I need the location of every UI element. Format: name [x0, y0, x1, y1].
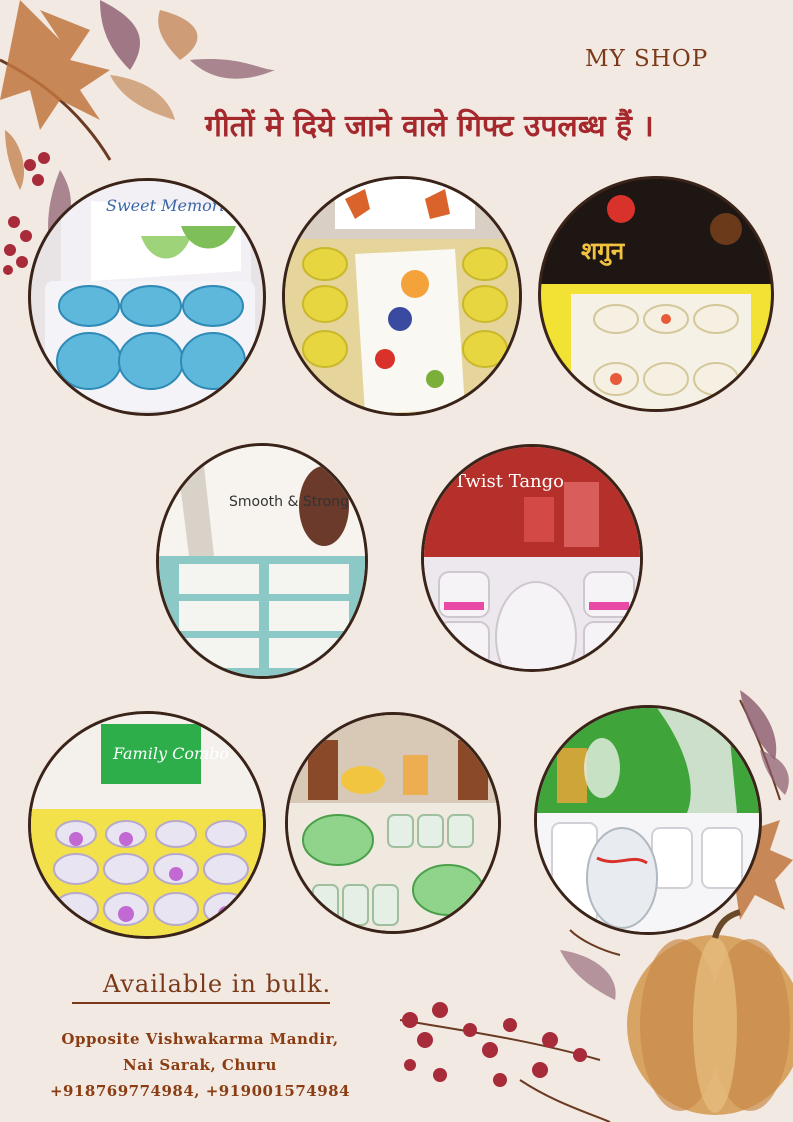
phone-numbers: +918769774984, +919001574984 — [49, 1082, 351, 1100]
product-photo-sweet-memories: Sweet Memories — [28, 178, 266, 416]
shop-name: MY SHOP — [585, 46, 709, 72]
tumbler-set-photo: Smooth & Strong — [159, 446, 365, 676]
jug-glass-set-photo: Twist Tango — [424, 447, 640, 669]
address-line2: Nai Sarak, Churu — [123, 1056, 277, 1074]
product-photo-fruit-tray — [282, 176, 522, 416]
product-photo-bowl-glass-combo — [285, 712, 501, 934]
product-photo-twist-tango: Twist Tango — [421, 444, 643, 672]
box-label: Smooth & Strong — [229, 494, 349, 510]
product-photo-jug-tumbler — [534, 705, 762, 935]
address-line1: Opposite Vishwakarma Mandir, — [61, 1030, 339, 1048]
family-combo-bowls-photo: Family Combo — [31, 714, 263, 936]
box-label: Twist Tango — [454, 471, 564, 492]
gift-headline: गीतों मे दिये जाने वाले गिफ्ट उपलब्ध हैं… — [205, 109, 654, 144]
bowl-glass-combo-photo — [288, 715, 498, 931]
divider — [72, 1002, 330, 1004]
product-photo-family-combo: Family Combo — [28, 711, 266, 939]
box-label: शगुन — [581, 237, 626, 266]
product-photo-shagun: शगुन — [538, 176, 774, 412]
product-photo-smooth-strong: Smooth & Strong — [156, 443, 368, 679]
box-label: Family Combo — [112, 744, 229, 763]
glass-bowl-set-photo: Sweet Memories — [45, 181, 255, 411]
bulk-availability: Available in bulk. — [103, 970, 332, 998]
jug-tumbler-set-photo — [537, 708, 759, 932]
shagun-bowl-set-photo: शगुन — [541, 179, 771, 409]
fruit-bowl-tray-photo — [285, 179, 519, 413]
